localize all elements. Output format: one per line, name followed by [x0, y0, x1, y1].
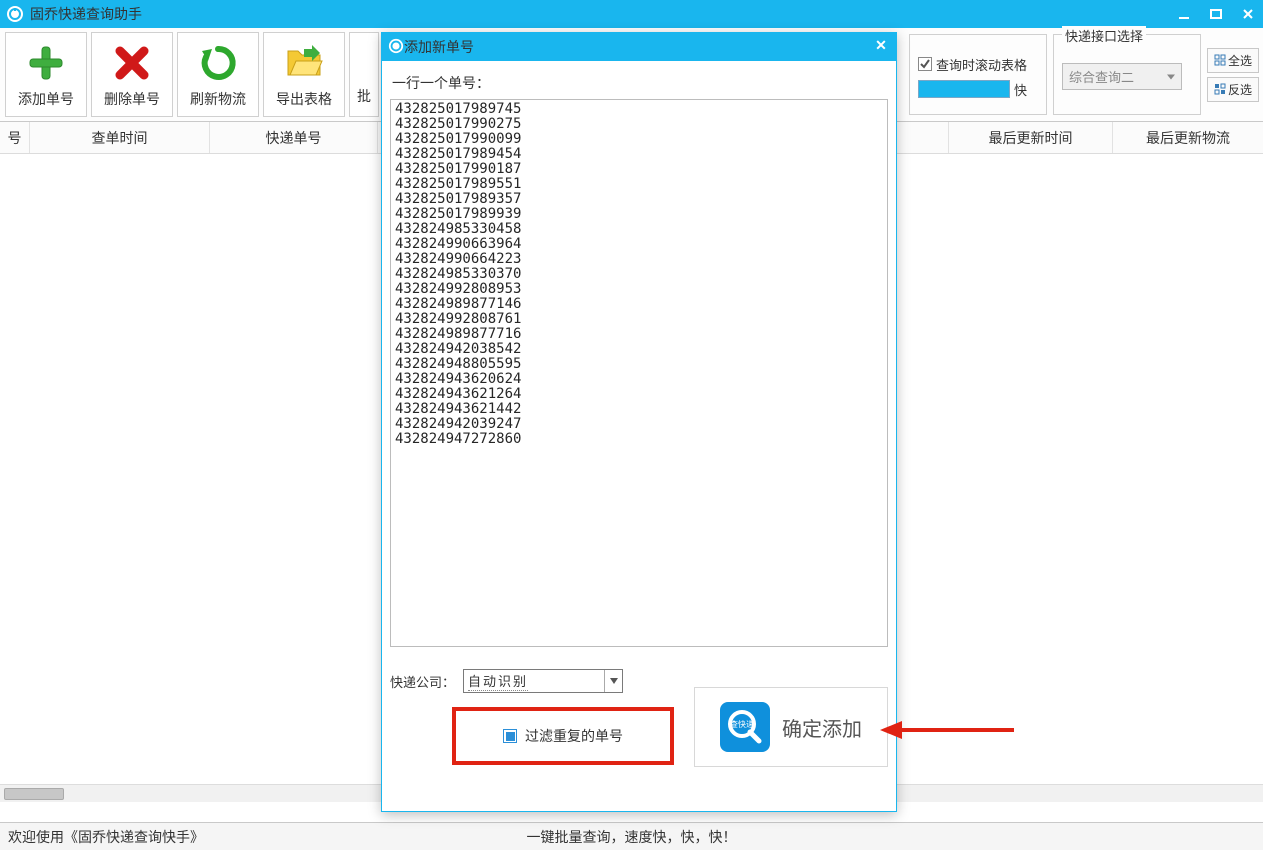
toolbar-label: 删除单号: [104, 89, 160, 109]
search-express-icon: 查快递: [720, 702, 770, 752]
right-option-groups: 查询时滚动表格 快 快递接口选择 综合查询二 全选 反选: [909, 30, 1259, 119]
checkbox-label: 查询时滚动表格: [936, 55, 1027, 74]
dialog-titlebar: 添加新单号 ✕: [382, 33, 896, 61]
window-controls: [1175, 0, 1257, 28]
export-table-button[interactable]: 导出表格: [263, 32, 345, 117]
speed-label: 快: [1014, 80, 1027, 99]
plus-icon: [24, 41, 68, 85]
close-button[interactable]: [1239, 5, 1257, 23]
col-tracking[interactable]: 快递单号: [210, 122, 378, 153]
scroll-option-group: 查询时滚动表格 快: [909, 34, 1047, 115]
interface-group: 快递接口选择 综合查询二: [1053, 34, 1201, 115]
speed-progress: 快: [918, 80, 1038, 99]
company-select-value: 自动识别: [468, 671, 528, 691]
batch-button[interactable]: 批: [349, 32, 379, 117]
scroll-thumb[interactable]: [4, 788, 64, 800]
toolbar-label: 批: [357, 86, 371, 106]
dialog-icon: [388, 38, 404, 57]
col-last-update-logi[interactable]: 最后更新物流: [1113, 122, 1263, 153]
dialog-close-button[interactable]: ✕: [872, 37, 890, 54]
invert-selection-button[interactable]: 反选: [1207, 77, 1259, 102]
toolbar-label: 刷新物流: [190, 89, 246, 109]
select-value: 综合查询二: [1069, 70, 1134, 85]
grid-icon: [1214, 83, 1226, 95]
col-last-update-time[interactable]: 最后更新时间: [949, 122, 1113, 153]
toolbar-label: 添加单号: [18, 89, 74, 109]
checkbox-icon: [918, 57, 932, 71]
status-left: 欢迎使用《固乔快递查询快手》: [8, 827, 204, 847]
app-icon: [6, 5, 24, 23]
confirm-add-button[interactable]: 查快递 确定添加: [694, 687, 888, 767]
chevron-down-icon: [604, 670, 622, 692]
folder-export-icon: [282, 41, 326, 85]
refresh-logi-button[interactable]: 刷新物流: [177, 32, 259, 117]
add-tracking-dialog: 添加新单号 ✕ 一行一个单号： 快递公司： 自动识别 过滤重复的单号: [381, 32, 897, 812]
status-center: 一键批量查询，速度快，快，快！: [527, 827, 737, 847]
maximize-button[interactable]: [1207, 5, 1225, 23]
button-label: 反选: [1228, 81, 1252, 98]
refresh-icon: [196, 41, 240, 85]
main-titlebar: 固乔快递查询助手: [0, 0, 1263, 28]
progress-bar: [918, 80, 1010, 98]
minimize-button[interactable]: [1175, 5, 1193, 23]
app-title: 固乔快递查询助手: [30, 4, 142, 24]
confirm-label: 确定添加: [782, 713, 862, 742]
company-select[interactable]: 自动识别: [463, 669, 623, 693]
add-tracking-button[interactable]: 添加单号: [5, 32, 87, 117]
grid-icon: [1214, 54, 1226, 66]
delete-tracking-button[interactable]: 删除单号: [91, 32, 173, 117]
dialog-prompt: 一行一个单号：: [392, 73, 888, 93]
interface-select[interactable]: 综合查询二: [1062, 63, 1182, 90]
delete-x-icon: [110, 41, 154, 85]
scroll-on-query-checkbox[interactable]: 查询时滚动表格: [918, 55, 1038, 74]
select-all-button[interactable]: 全选: [1207, 48, 1259, 73]
filter-duplicate-highlight: 过滤重复的单号: [452, 707, 674, 765]
button-label: 全选: [1228, 52, 1252, 69]
svg-text:查快递: 查快递: [730, 719, 754, 729]
group-legend: 快递接口选择: [1062, 26, 1146, 45]
dialog-title: 添加新单号: [404, 37, 474, 57]
tracking-numbers-textarea[interactable]: [390, 99, 888, 647]
col-query-time[interactable]: 查单时间: [30, 122, 210, 153]
statusbar: 欢迎使用《固乔快递查询快手》 一键批量查询，速度快，快，快！: [0, 822, 1263, 850]
col-seq[interactable]: 号: [0, 122, 30, 153]
filter-duplicate-label: 过滤重复的单号: [525, 726, 623, 746]
filter-duplicate-checkbox[interactable]: [503, 729, 517, 743]
toolbar-label: 导出表格: [276, 89, 332, 109]
company-label: 快递公司：: [390, 672, 455, 691]
